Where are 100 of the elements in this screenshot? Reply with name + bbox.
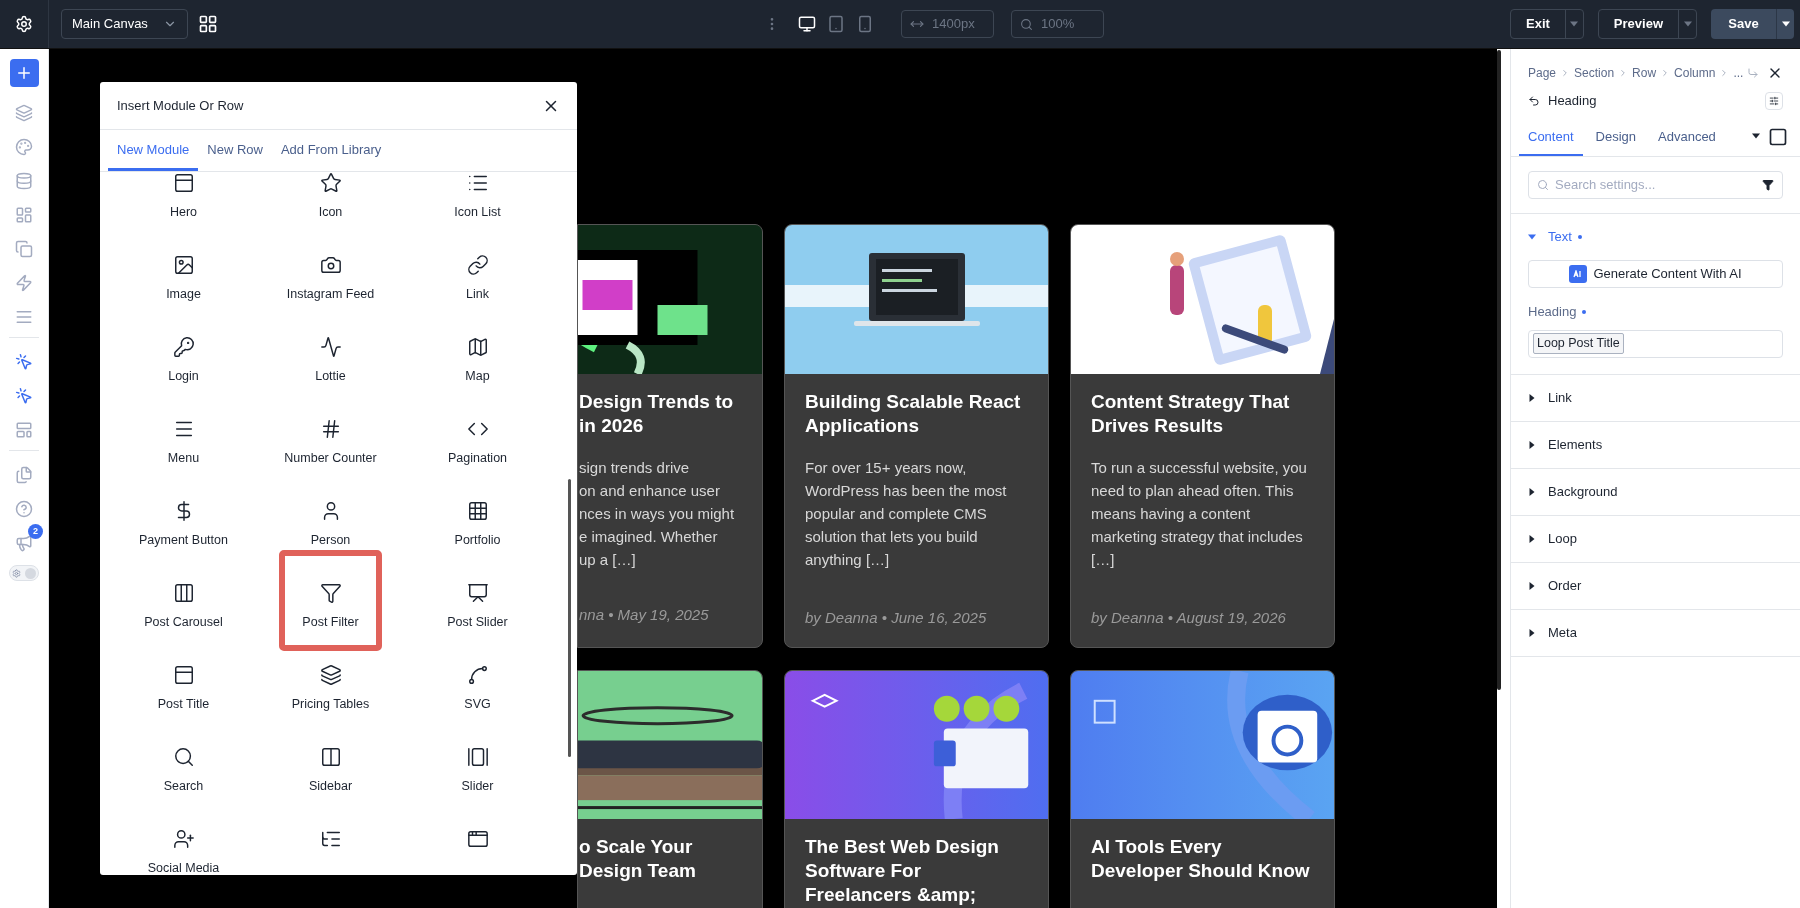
layers-button[interactable] (14, 103, 34, 123)
scrollbar[interactable] (568, 479, 571, 757)
breadcrumb-link[interactable]: ... (1733, 64, 1744, 82)
module-item[interactable]: Hero (113, 172, 254, 222)
post-title[interactable]: Design Trends to (579, 390, 750, 414)
heading-field[interactable]: Loop Post Title (1528, 329, 1783, 358)
dynamic-content-tag[interactable]: Loop Post Title (1533, 333, 1624, 354)
search-input[interactable]: Search settings... (1555, 175, 1756, 195)
module-item[interactable]: Social Media (113, 828, 254, 875)
breadcrumb-link[interactable]: Column (1674, 64, 1716, 82)
module-item[interactable]: Link (407, 254, 548, 304)
module-item[interactable]: Icon List (407, 172, 548, 222)
files-button[interactable] (14, 465, 34, 485)
megaphone-button[interactable] (14, 533, 34, 553)
module-item[interactable]: Lottie (260, 336, 401, 386)
canvas-scrollbar[interactable] (1497, 50, 1501, 690)
dialog-tab[interactable]: New Module (108, 131, 199, 171)
post-title[interactable]: The Best Web Design Software For Freelancers &amp; (805, 835, 1028, 907)
module-item[interactable]: Menu (113, 418, 254, 468)
post-meta: by Deanna • June 16, 2025 (805, 608, 988, 628)
window-icon (466, 828, 489, 850)
canvas-select[interactable]: Main Canvas (61, 9, 188, 39)
module-item[interactable]: Payment Button (113, 500, 254, 550)
dashboard-button[interactable] (14, 205, 34, 225)
section-header[interactable]: Elements (1511, 421, 1800, 468)
post-excerpt: e imagined. Whether (579, 527, 719, 547)
dialog-tab[interactable]: Add From Library (271, 131, 391, 171)
post-title[interactable]: Design Team (579, 859, 750, 883)
section-header[interactable]: Link (1511, 374, 1800, 421)
theme-toggle[interactable] (9, 565, 39, 581)
section-header[interactable]: Text (1511, 214, 1800, 260)
section-header[interactable]: Background (1511, 468, 1800, 515)
module-item[interactable]: Icon (260, 172, 401, 222)
module-item[interactable]: Portfolio (407, 500, 548, 550)
generate-ai-button[interactable]: Generate Content With AI (1528, 260, 1783, 288)
palette-button[interactable] (14, 137, 34, 157)
curve-icon (319, 336, 342, 358)
lightning-button[interactable] (14, 273, 34, 293)
pointer-button[interactable] (14, 386, 34, 406)
caret-down-icon (1781, 20, 1790, 28)
breadcrumb-link[interactable]: Page (1528, 64, 1557, 82)
dialog-tab[interactable]: New Row (198, 131, 272, 171)
panel-tab[interactable]: Design (1586, 120, 1645, 156)
module-item[interactable]: Instagram Feed (260, 254, 401, 304)
camera-icon (319, 254, 342, 276)
module-item[interactable]: Login (113, 336, 254, 386)
filter-icon[interactable] (1762, 179, 1774, 191)
post-title[interactable]: AI Tools Every Developer Should Know (1091, 835, 1314, 883)
breadcrumb-link[interactable]: Section (1574, 64, 1615, 82)
caret-right-icon (1528, 440, 1536, 449)
module-item[interactable]: Map (407, 336, 548, 386)
section-header[interactable]: Meta (1511, 609, 1800, 656)
layers-icon (319, 664, 342, 686)
module-item[interactable]: Sidebar (260, 746, 401, 796)
module-item[interactable]: Search (113, 746, 254, 796)
module-item[interactable]: SVG (407, 664, 548, 714)
grid-icon (466, 500, 489, 522)
module-item[interactable]: Number Counter (260, 418, 401, 468)
module-item[interactable]: Person (260, 500, 401, 550)
module-item[interactable]: Post Filter (279, 550, 382, 651)
help-button[interactable] (14, 499, 34, 519)
map-icon (466, 336, 489, 358)
panel-tab[interactable]: Content (1519, 120, 1583, 156)
module-item[interactable]: Image (113, 254, 254, 304)
return-icon[interactable] (1747, 67, 1759, 79)
module-item[interactable]: Post Carousel (113, 582, 254, 632)
pointer-button[interactable] (14, 352, 34, 372)
back-icon[interactable] (1528, 95, 1540, 107)
settings-icon[interactable] (15, 15, 33, 33)
square-icon[interactable] (1768, 127, 1788, 147)
module-item[interactable]: Post Title (113, 664, 254, 714)
caret-right-icon (1528, 581, 1536, 590)
sidebar-icon (319, 746, 342, 768)
database-button[interactable] (14, 171, 34, 191)
field-label: Heading (1528, 303, 1577, 321)
caret-right-icon (1528, 534, 1536, 543)
caret-down-icon (1752, 132, 1760, 140)
module-item[interactable]: Slider (407, 746, 548, 796)
preset-button[interactable] (1765, 92, 1783, 110)
search-field[interactable]: Search settings... (1528, 171, 1783, 199)
post-title[interactable]: in 2026 (579, 414, 750, 438)
post-title[interactable]: Content Strategy That Drives Results (1091, 390, 1314, 438)
post-title[interactable]: Building Scalable React Applications (805, 390, 1028, 438)
breadcrumb-link[interactable]: Row (1632, 64, 1657, 82)
section-header[interactable]: Loop (1511, 515, 1800, 562)
section-header[interactable]: Order (1511, 562, 1800, 609)
panel-tab[interactable]: Advanced (1649, 120, 1725, 156)
copy-button[interactable] (14, 239, 34, 259)
module-item[interactable]: Post Slider (407, 582, 548, 632)
grid-icon[interactable] (198, 14, 218, 34)
star-icon (319, 172, 342, 194)
post-meta: nna • May 19, 2025 (579, 605, 710, 625)
module-item[interactable]: Pricing Tables (260, 664, 401, 714)
module-item[interactable]: Pagination (407, 418, 548, 468)
caret-right-icon (1528, 487, 1536, 496)
post-title[interactable]: o Scale Your (579, 835, 750, 859)
add-button[interactable] (9, 59, 39, 87)
template-button[interactable] (14, 420, 34, 440)
gallery-icon (466, 746, 489, 768)
caret-down-icon (1528, 233, 1536, 241)
